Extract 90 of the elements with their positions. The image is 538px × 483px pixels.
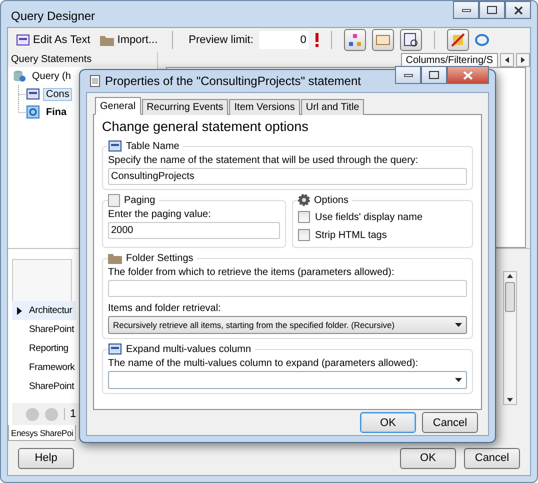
down-arrow-icon <box>507 398 513 402</box>
caret-icon <box>455 378 462 382</box>
clear-button[interactable] <box>447 29 470 51</box>
dialog-title: Properties of the "ConsultingProjects" statement <box>105 74 361 88</box>
close-button[interactable] <box>505 1 531 19</box>
maximize-icon <box>429 71 439 79</box>
maximize-icon <box>487 6 497 14</box>
tab[interactable]: General <box>95 97 141 115</box>
table-cell-text: SharePoint <box>28 381 74 392</box>
gear-icon <box>298 194 310 206</box>
page-icon <box>108 194 120 206</box>
maximize-button[interactable] <box>479 1 505 19</box>
field-label: Items and folder retrieval: <box>108 303 222 314</box>
tree-item[interactable]: Query (h <box>29 70 74 82</box>
group-title: Table Name <box>126 140 180 152</box>
minimize-button[interactable] <box>395 66 421 84</box>
preview-limit-field[interactable]: 0 <box>259 31 310 49</box>
field-label: The name of the multi-values column to expand (parameters allowed): <box>108 358 420 369</box>
sql-button[interactable] <box>372 29 394 51</box>
minimize-icon <box>404 74 412 76</box>
grid-header <box>12 259 72 301</box>
document-icon <box>90 75 100 87</box>
table-icon <box>26 87 40 101</box>
checkbox[interactable] <box>298 229 310 241</box>
table-cell-text: Framework <box>28 362 75 373</box>
database-icon <box>12 69 26 83</box>
section-heading: Change general statement options <box>102 119 310 134</box>
scroll-left-button[interactable] <box>500 53 514 67</box>
minimize-button[interactable] <box>453 1 479 19</box>
diagram-button[interactable] <box>344 29 366 51</box>
scrollbar-thumb[interactable] <box>505 282 515 312</box>
tab[interactable]: Url and Title <box>300 99 364 115</box>
ok-button[interactable]: OK <box>360 412 416 433</box>
tree-item[interactable]: Fina <box>43 106 70 118</box>
cancel-button[interactable]: Cancel <box>464 448 520 468</box>
right-arrow-icon <box>521 57 525 63</box>
checkbox-label: Strip HTML tags <box>315 230 387 240</box>
close-icon <box>463 70 473 80</box>
up-arrow-icon <box>507 274 513 278</box>
table-cell-text: SharePoint <box>28 324 74 335</box>
window-title: Query Designer <box>11 9 96 23</box>
field-label: The folder from which to retrieve the items (parameters allowed): <box>108 267 396 278</box>
preview-limit-label: Preview limit: <box>188 34 254 46</box>
crossed-out-icon <box>451 33 466 47</box>
tab[interactable]: Item Versions <box>229 99 300 115</box>
ok-button[interactable]: OK <box>400 448 456 468</box>
table-icon <box>108 342 122 356</box>
panel-title: Query Statements <box>8 52 157 67</box>
tree-item[interactable]: Cons <box>43 88 72 100</box>
close-icon <box>514 6 522 14</box>
tab[interactable]: Enesys SharePoi <box>8 425 76 441</box>
minimize-icon <box>462 8 470 12</box>
cancel-button[interactable]: Cancel <box>422 412 478 433</box>
grid-row[interactable]: Architectur <box>12 301 76 320</box>
maximize-button[interactable] <box>421 66 447 84</box>
paging-field[interactable]: 2000 <box>108 222 280 239</box>
tab[interactable]: Recurring Events <box>142 99 228 115</box>
folder-field[interactable] <box>108 280 467 297</box>
preview-button[interactable] <box>400 29 422 51</box>
magnifier-icon <box>404 33 418 47</box>
table-name-field[interactable]: ConsultingProjects <box>108 168 467 185</box>
field-label: Specify the name of the statement that will be used through the query: <box>108 155 420 166</box>
table-cell-text: Reporting <box>28 343 68 354</box>
group-title: Folder Settings <box>126 252 194 264</box>
left-arrow-icon <box>505 57 509 63</box>
checkbox-label: Use fields' display name <box>315 212 423 222</box>
caret-icon <box>455 323 462 327</box>
import-button[interactable]: Import... <box>98 34 160 46</box>
table-icon <box>108 139 122 153</box>
group-title: Options <box>314 194 348 206</box>
document-icon <box>26 105 40 119</box>
edit-as-text-button[interactable]: Edit As Text <box>14 33 92 47</box>
page-number: 1 <box>64 408 76 420</box>
sheet-icon <box>376 35 390 45</box>
table-cell-text: Architectur <box>28 305 72 316</box>
exclamation-icon <box>315 33 320 47</box>
checkbox[interactable] <box>298 211 310 223</box>
diagram-icon <box>348 33 362 47</box>
folder-icon <box>108 252 122 264</box>
row-pointer-icon <box>16 306 22 314</box>
group-title: Paging <box>124 194 156 206</box>
retrieval-dropdown[interactable]: Recursively retrieve all items, starting from the specified folder. (Recursive) <box>108 316 467 334</box>
scroll-right-button[interactable] <box>516 53 530 67</box>
folder-icon <box>100 34 114 46</box>
scrollbar[interactable] <box>503 271 517 405</box>
group-title: Expand multi-values column <box>126 344 252 354</box>
refresh-icon <box>475 33 490 47</box>
tab[interactable]: Columns/Filtering/S <box>400 53 498 67</box>
help-button[interactable]: Help <box>18 448 74 468</box>
field-label: Enter the paging value: <box>108 209 212 220</box>
